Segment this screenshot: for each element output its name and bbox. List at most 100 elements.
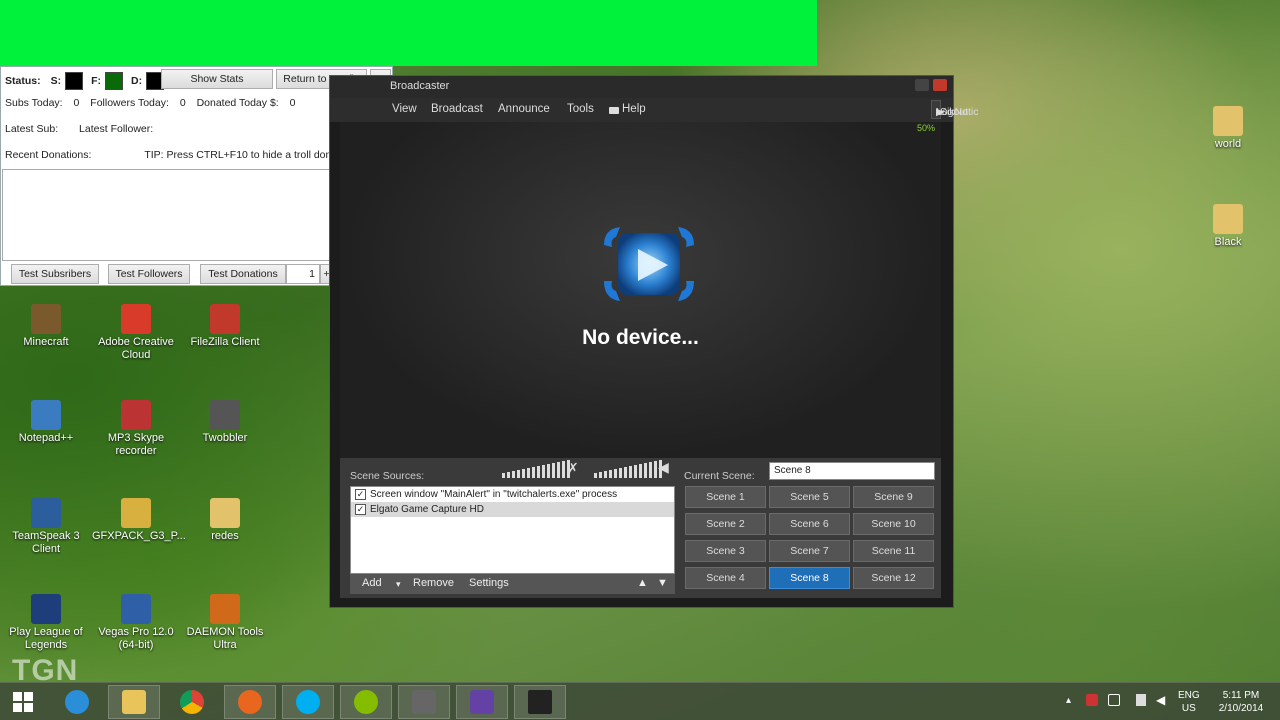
subs-today-value: 0	[73, 97, 80, 109]
taskbar-twitch[interactable]	[456, 685, 508, 719]
help-icon	[609, 107, 619, 114]
move-down-icon[interactable]: ▼	[657, 577, 668, 589]
show-stats-button[interactable]: Show Stats	[161, 69, 273, 89]
language-indicator[interactable]: ENG US	[1178, 689, 1200, 715]
desktop-icon[interactable]: TeamSpeak 3 Client	[2, 498, 90, 556]
current-scene-input[interactable]: Scene 8	[769, 462, 935, 480]
mic-muted-icon[interactable]: ✗	[567, 460, 579, 477]
taskbar-broadcaster[interactable]	[514, 685, 566, 719]
app-icon	[1213, 204, 1243, 234]
menu-tools[interactable]: Tools	[567, 103, 594, 115]
desktop-icon-label: MP3 Skype recorder	[107, 432, 165, 457]
taskbar-game-capture[interactable]	[398, 685, 450, 719]
scene-button[interactable]: Scene 7	[769, 540, 850, 562]
desktop-icon[interactable]: Notepad++	[2, 400, 90, 445]
app-icon	[121, 498, 151, 528]
zoom-percent: 50%	[916, 123, 935, 133]
logout-box: ▶ Logout SikNotic	[931, 100, 979, 119]
desktop-icon[interactable]: redes	[181, 498, 269, 543]
scene-button[interactable]: Scene 12	[853, 567, 934, 589]
volume-icon[interactable]: ◀	[1156, 693, 1165, 707]
add-dropdown-icon[interactable]: ▾	[396, 579, 401, 590]
source-item[interactable]: ✓ Elgato Game Capture HD	[351, 502, 674, 517]
taskbar-firefox[interactable]	[224, 685, 276, 719]
desktop-icon-label: Twobbler	[202, 432, 248, 444]
tip-text: TIP: Press CTRL+F10 to hide a troll dona…	[144, 149, 355, 161]
power-icon[interactable]	[1136, 694, 1146, 706]
desktop-icon[interactable]: Black	[1184, 204, 1272, 249]
latest-sub-label: Latest Sub:	[5, 123, 59, 135]
app-icon	[31, 400, 61, 430]
taskbar-skype[interactable]	[282, 685, 334, 719]
donated-today-label: Donated Today $:	[196, 97, 279, 109]
follower-color-swatch[interactable]	[105, 72, 124, 90]
menu-help[interactable]: Help	[622, 103, 646, 115]
app-icon	[210, 498, 240, 528]
menu-announce[interactable]: Announce	[498, 103, 550, 115]
source-name: Elgato Game Capture HD	[370, 504, 484, 515]
scene-button[interactable]: Scene 8	[769, 567, 850, 589]
minimize-icon[interactable]	[915, 79, 929, 91]
scene-button[interactable]: Scene 1	[685, 486, 766, 508]
source-checkbox[interactable]: ✓	[355, 504, 366, 515]
desktop-icon[interactable]: Minecraft	[2, 304, 90, 349]
desktop-icon[interactable]: Vegas Pro 12.0 (64-bit)	[92, 594, 180, 652]
scene-button[interactable]: Scene 5	[769, 486, 850, 508]
move-up-icon[interactable]: ▲	[637, 577, 648, 589]
desktop-icon-label: Vegas Pro 12.0 (64-bit)	[98, 626, 174, 651]
add-source-button[interactable]: Add	[362, 577, 382, 589]
scene-button[interactable]: Scene 6	[769, 513, 850, 535]
network-icon[interactable]	[1108, 694, 1120, 706]
language-code: ENG	[1178, 690, 1200, 701]
menu-broadcast[interactable]: Broadcast	[431, 103, 483, 115]
taskbar-chrome[interactable]	[166, 685, 218, 719]
flag-icon[interactable]	[1086, 694, 1098, 706]
menu-view[interactable]: View	[392, 103, 417, 115]
scene-sources-label: Scene Sources:	[350, 470, 425, 482]
scene-button[interactable]: Scene 10	[853, 513, 934, 535]
show-hidden-icons[interactable]: ▴	[1066, 695, 1071, 706]
remove-source-button[interactable]: Remove	[413, 577, 454, 589]
scene-button[interactable]: Scene 2	[685, 513, 766, 535]
taskbar-internet-explorer[interactable]	[51, 685, 103, 719]
taskbar-file-explorer[interactable]	[108, 685, 160, 719]
clock[interactable]: 5:11 PM 2/10/2014	[1212, 689, 1270, 715]
taskbar-spotify[interactable]	[340, 685, 392, 719]
scene-button[interactable]: Scene 11	[853, 540, 934, 562]
scene-button[interactable]: Scene 9	[853, 486, 934, 508]
start-button[interactable]	[0, 685, 46, 719]
desktop-volume-meter[interactable]	[594, 460, 662, 478]
mic-volume-meter[interactable]	[502, 460, 570, 478]
test-subscribers-button[interactable]: Test Subsribers	[11, 264, 99, 284]
app-icon	[210, 400, 240, 430]
test-donations-button[interactable]: Test Donations	[200, 264, 286, 284]
sources-toolbar: Add ▾ Remove Settings ▲ ▼	[350, 574, 675, 594]
firefox-icon	[238, 690, 262, 714]
donations-textbox[interactable]	[2, 169, 376, 261]
app-icon	[121, 304, 151, 334]
desktop-icon[interactable]: Play League of Legends	[2, 594, 90, 652]
desktop-icon[interactable]: DAEMON Tools Ultra	[181, 594, 269, 652]
current-scene-label: Current Scene:	[684, 470, 755, 482]
scene-button[interactable]: Scene 3	[685, 540, 766, 562]
scene-button[interactable]: Scene 4	[685, 567, 766, 589]
desktop-icon[interactable]: Twobbler	[181, 400, 269, 445]
control-panel: Scene Sources: ✗ ◀ Current Scene: Scene …	[340, 458, 941, 598]
sub-color-swatch[interactable]	[65, 72, 84, 90]
desktop-icon[interactable]: world	[1184, 106, 1272, 151]
desktop-icon[interactable]: Adobe Creative Cloud	[92, 304, 180, 362]
source-item[interactable]: ✓ Screen window "MainAlert" in "twitchal…	[351, 487, 674, 502]
test-followers-button[interactable]: Test Followers	[108, 264, 190, 284]
speaker-icon[interactable]: ◀	[658, 459, 669, 476]
source-checkbox[interactable]: ✓	[355, 489, 366, 500]
internet-explorer-icon	[65, 690, 89, 714]
desktop-icon-label: DAEMON Tools Ultra	[186, 626, 264, 651]
recent-donations-label: Recent Donations:	[5, 149, 92, 161]
close-icon[interactable]	[933, 79, 947, 91]
desktop-icon[interactable]: GFXPACK_G3_P...	[92, 498, 186, 543]
desktop-icon-label: world	[1214, 138, 1242, 150]
desktop-icon[interactable]: FileZilla Client	[181, 304, 269, 349]
source-settings-button[interactable]: Settings	[469, 577, 509, 589]
desktop-icon[interactable]: MP3 Skype recorder	[92, 400, 180, 458]
donation-count-input[interactable]: 1	[286, 264, 320, 284]
